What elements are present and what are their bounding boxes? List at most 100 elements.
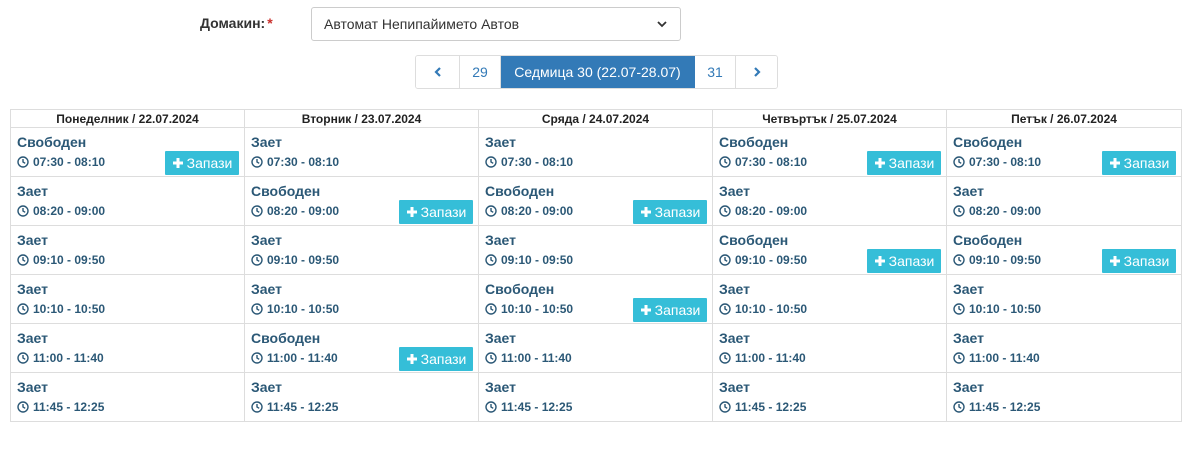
time-slot-free: Свободен 10:10 - 10:50 Запази xyxy=(479,275,712,324)
plus-icon xyxy=(1109,157,1124,169)
week-pagination: 29 Седмица 30 (22.07-28.07) 31 xyxy=(415,55,778,89)
slot-status: Зает xyxy=(251,379,283,395)
time-slot-free: Свободен 07:30 - 08:10 Запази xyxy=(713,128,946,177)
next-week-button[interactable] xyxy=(736,56,777,88)
clock-icon xyxy=(485,401,501,413)
book-slot-button[interactable]: Запази xyxy=(633,298,707,322)
clock-icon xyxy=(17,401,33,413)
time-slot-free: Свободен 07:30 - 08:10 Запази xyxy=(947,128,1181,177)
slot-time-text: 07:30 - 08:10 xyxy=(735,155,808,169)
clock-icon xyxy=(17,205,33,217)
slot-time: 09:10 - 09:50 xyxy=(953,253,1041,267)
week-31-link[interactable]: 31 xyxy=(695,56,736,88)
time-slot-busy: Зает 11:00 - 11:40 xyxy=(713,324,946,373)
slot-status: Зает xyxy=(251,134,283,150)
slot-time-text: 07:30 - 08:10 xyxy=(267,155,340,169)
clock-icon xyxy=(953,205,969,217)
plus-icon xyxy=(172,157,187,169)
time-slot-free: Свободен 09:10 - 09:50 Запази xyxy=(947,226,1181,275)
plus-icon xyxy=(406,206,421,218)
day-header: Петък / 26.07.2024 xyxy=(947,110,1181,128)
slot-time: 11:45 - 12:25 xyxy=(17,400,104,414)
time-slot-busy: Зает 09:10 - 09:50 xyxy=(11,226,244,275)
book-slot-button[interactable]: Запази xyxy=(867,151,941,175)
book-slot-label: Запази xyxy=(888,253,935,269)
slot-status: Свободен xyxy=(719,232,789,248)
slot-time-text: 07:30 - 08:10 xyxy=(501,155,574,169)
book-slot-label: Запази xyxy=(1123,253,1170,269)
book-slot-button[interactable]: Запази xyxy=(1102,151,1176,175)
slot-time-text: 08:20 - 09:00 xyxy=(267,204,340,218)
current-week[interactable]: Седмица 30 (22.07-28.07) xyxy=(501,56,695,88)
clock-icon xyxy=(485,254,501,266)
time-slot-busy: Зает 11:45 - 12:25 xyxy=(245,373,478,421)
book-slot-button[interactable]: Запази xyxy=(1102,249,1176,273)
prev-week-button[interactable] xyxy=(416,56,460,88)
time-slot-busy: Зает 10:10 - 10:50 xyxy=(713,275,946,324)
clock-icon xyxy=(17,156,33,168)
book-slot-button[interactable]: Запази xyxy=(399,200,473,224)
slot-status: Зает xyxy=(719,330,751,346)
slot-time: 07:30 - 08:10 xyxy=(719,155,807,169)
time-slot-busy: Зает 11:00 - 11:40 xyxy=(947,324,1181,373)
time-slot-busy: Зает 09:10 - 09:50 xyxy=(479,226,712,275)
slot-time: 10:10 - 10:50 xyxy=(953,302,1041,316)
clock-icon xyxy=(17,303,33,315)
plus-icon xyxy=(640,304,655,316)
book-slot-button[interactable]: Запази xyxy=(867,249,941,273)
slot-time-text: 09:10 - 09:50 xyxy=(267,253,340,267)
book-slot-label: Запази xyxy=(186,155,233,171)
slot-time-text: 08:20 - 09:00 xyxy=(735,204,808,218)
day-column: Петък / 26.07.2024 Свободен 07:30 - 08:10 З… xyxy=(947,110,1181,421)
book-slot-label: Запази xyxy=(420,351,467,367)
slot-time: 09:10 - 09:50 xyxy=(251,253,339,267)
book-slot-button[interactable]: Запази xyxy=(399,347,473,371)
slot-status: Зает xyxy=(719,281,751,297)
slot-status: Свободен xyxy=(953,232,1023,248)
slot-status: Зает xyxy=(719,379,751,395)
slot-time: 11:00 - 11:40 xyxy=(251,351,338,365)
time-slot-busy: Зает 11:45 - 12:25 xyxy=(947,373,1181,421)
chevron-right-icon xyxy=(753,67,761,77)
slot-status: Зает xyxy=(17,232,49,248)
book-slot-label: Запази xyxy=(888,155,935,171)
day-header: Четвъртък / 25.07.2024 xyxy=(713,110,946,128)
time-slot-busy: Зает 10:10 - 10:50 xyxy=(11,275,244,324)
day-header: Сряда / 24.07.2024 xyxy=(479,110,712,128)
slot-time-text: 11:45 - 12:25 xyxy=(501,400,573,414)
slot-time-text: 10:10 - 10:50 xyxy=(267,302,340,316)
time-slot-busy: Зает 10:10 - 10:50 xyxy=(947,275,1181,324)
slot-time: 09:10 - 09:50 xyxy=(485,253,573,267)
slot-time-text: 09:10 - 09:50 xyxy=(735,253,808,267)
book-slot-button[interactable]: Запази xyxy=(165,151,239,175)
clock-icon xyxy=(251,156,267,168)
slot-time-text: 11:45 - 12:25 xyxy=(735,400,807,414)
slot-time-text: 11:45 - 12:25 xyxy=(33,400,105,414)
plus-icon xyxy=(874,157,889,169)
slot-time: 08:20 - 09:00 xyxy=(953,204,1041,218)
slot-status: Зает xyxy=(485,134,517,150)
clock-icon xyxy=(719,401,735,413)
slot-time: 11:00 - 11:40 xyxy=(953,351,1040,365)
slot-time: 11:45 - 12:25 xyxy=(251,400,338,414)
host-select-value: Автомат Непипайимето Автов xyxy=(324,16,520,32)
slot-time-text: 11:45 - 12:25 xyxy=(267,400,339,414)
slot-time-text: 08:20 - 09:00 xyxy=(501,204,574,218)
clock-icon xyxy=(251,205,267,217)
time-slot-free: Свободен 11:00 - 11:40 Запази xyxy=(245,324,478,373)
clock-icon xyxy=(17,254,33,266)
slot-time: 07:30 - 08:10 xyxy=(17,155,105,169)
slot-time: 09:10 - 09:50 xyxy=(17,253,105,267)
host-select[interactable]: Автомат Непипайимето Автов xyxy=(311,7,681,41)
book-slot-button[interactable]: Запази xyxy=(633,200,707,224)
clock-icon xyxy=(953,254,969,266)
slot-time: 07:30 - 08:10 xyxy=(485,155,573,169)
time-slot-busy: Зает 08:20 - 09:00 xyxy=(947,177,1181,226)
slot-time: 08:20 - 09:00 xyxy=(251,204,339,218)
slot-time-text: 11:00 - 11:40 xyxy=(33,351,104,365)
plus-icon xyxy=(406,353,421,365)
week-29-link[interactable]: 29 xyxy=(460,56,501,88)
book-slot-label: Запази xyxy=(654,302,701,318)
time-slot-free: Свободен 08:20 - 09:00 Запази xyxy=(245,177,478,226)
slot-time: 11:45 - 12:25 xyxy=(485,400,572,414)
